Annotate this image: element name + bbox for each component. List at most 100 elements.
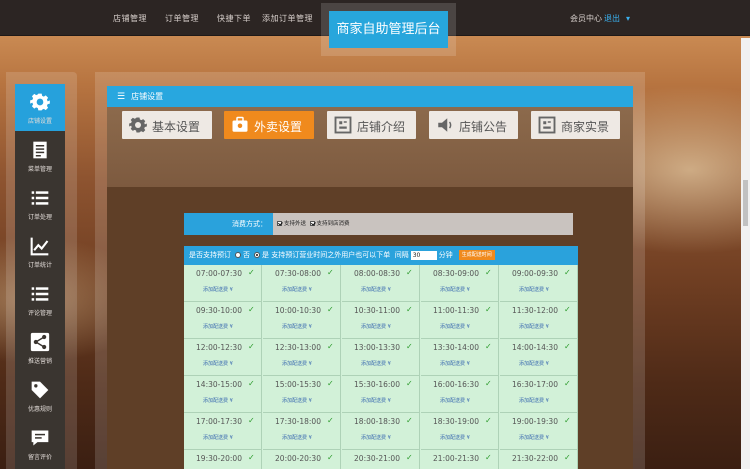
time-slot[interactable]: 10:30-11:00 ✓ 添加配送费 ¥ — [342, 302, 420, 339]
sidebar-item-label: 优惠规则 — [27, 406, 52, 413]
add-delivery-fee-link[interactable]: 添加配送费 ¥ — [440, 286, 470, 293]
time-slot[interactable]: 16:00-16:30 ✓ 添加配送费 ¥ — [421, 376, 499, 413]
nav-quick-order[interactable]: 快捷下单 — [217, 13, 251, 24]
nav-store-management[interactable]: 店铺管理 — [113, 13, 147, 24]
sidebar-item-reviews[interactable]: 评论管理 — [15, 276, 65, 323]
check-icon: ✓ — [485, 416, 492, 425]
tab-store-notice[interactable]: 店铺公告 — [429, 111, 518, 139]
add-delivery-fee-link[interactable]: 添加配送费 ¥ — [440, 360, 470, 367]
time-slot[interactable]: 13:00-13:30 ✓ 添加配送费 ¥ — [342, 339, 420, 376]
add-delivery-fee-link[interactable]: 添加配送费 ¥ — [282, 360, 312, 367]
tab-store-photos[interactable]: 商家实景 — [531, 111, 620, 139]
nav-add-order[interactable]: 添加订单管理 — [262, 13, 313, 24]
time-slot[interactable]: 19:30-20:00✓添加配送费 ¥ — [184, 450, 262, 469]
sidebar-item-label: 订单统计 — [27, 262, 52, 269]
slot-time: 16:30-17:00 — [512, 380, 558, 389]
add-delivery-fee-link[interactable]: 添加配送费 ¥ — [203, 434, 233, 441]
slot-time: 10:00-10:30 — [275, 306, 321, 315]
time-slot[interactable]: 08:30-09:00 ✓ 添加配送费 ¥ — [421, 265, 499, 302]
add-delivery-fee-link[interactable]: 添加配送费 ¥ — [282, 286, 312, 293]
check-icon: ✓ — [485, 342, 492, 351]
time-slot[interactable]: 14:30-15:00 ✓ 添加配送费 ¥ — [184, 376, 262, 413]
sidebar-item-orders[interactable]: 订单处理 — [15, 180, 65, 227]
time-slot[interactable]: 17:30-18:00 ✓ 添加配送费 ¥ — [263, 413, 341, 450]
add-delivery-fee-link[interactable]: 添加配送费 ¥ — [282, 323, 312, 330]
slot-time: 09:30-10:00 — [196, 306, 242, 315]
scrollbar-thumb[interactable] — [743, 180, 748, 226]
add-delivery-fee-link[interactable]: 添加配送费 ¥ — [440, 434, 470, 441]
payment-options: 支持外送 支持到店消费 — [273, 213, 573, 235]
logout-link[interactable]: 退出 — [604, 14, 620, 23]
time-slot[interactable]: 09:30-10:00 ✓ 添加配送费 ¥ — [184, 302, 262, 339]
scrollbar[interactable] — [741, 38, 750, 469]
time-slot[interactable]: 15:00-15:30 ✓ 添加配送费 ¥ — [263, 376, 341, 413]
sidebar-item-store-settings[interactable]: 店铺设置 — [15, 84, 65, 131]
check-icon: ✓ — [485, 268, 492, 277]
add-delivery-fee-link[interactable]: 添加配送费 ¥ — [519, 397, 549, 404]
slot-time: 13:30-14:00 — [433, 343, 479, 352]
add-delivery-fee-link[interactable]: 添加配送费 ¥ — [361, 323, 391, 330]
slot-time: 10:30-11:00 — [354, 306, 400, 315]
add-delivery-fee-link[interactable]: 添加配送费 ¥ — [203, 360, 233, 367]
add-delivery-fee-link[interactable]: 添加配送费 ¥ — [203, 397, 233, 404]
time-slot[interactable]: 18:00-18:30 ✓ 添加配送费 ¥ — [342, 413, 420, 450]
tab-store-intro[interactable]: 店铺介绍 — [327, 111, 416, 139]
add-delivery-fee-link[interactable]: 添加配送费 ¥ — [440, 323, 470, 330]
add-delivery-fee-link[interactable]: 添加配送费 ¥ — [519, 360, 549, 367]
tab-delivery-settings[interactable]: 外卖设置 — [224, 111, 314, 139]
tag-icon — [31, 381, 49, 399]
time-slot[interactable]: 21:30-22:00✓添加配送费 ¥ — [500, 450, 578, 469]
add-delivery-fee-link[interactable]: 添加配送费 ¥ — [203, 286, 233, 293]
reservation-no-radio[interactable] — [235, 252, 241, 258]
time-slot[interactable]: 14:00-14:30 ✓ 添加配送费 ¥ — [500, 339, 578, 376]
time-slot[interactable]: 07:30-08:00 ✓ 添加配送费 ¥ — [263, 265, 341, 302]
time-slot[interactable]: 12:30-13:00 ✓ 添加配送费 ¥ — [263, 339, 341, 376]
dine-in-option-label: 支持到店消费 — [316, 221, 350, 227]
sidebar-item-label: 评论管理 — [27, 310, 52, 317]
sidebar-item-marketing[interactable]: 推送营销 — [15, 324, 65, 371]
time-slot[interactable]: 11:00-11:30 ✓ 添加配送费 ¥ — [421, 302, 499, 339]
add-delivery-fee-link[interactable]: 添加配送费 ¥ — [203, 323, 233, 330]
time-slot[interactable]: 17:00-17:30 ✓ 添加配送费 ¥ — [184, 413, 262, 450]
time-slot[interactable]: 20:30-21:00✓添加配送费 ¥ — [342, 450, 420, 469]
time-slot[interactable]: 08:00-08:30 ✓ 添加配送费 ¥ — [342, 265, 420, 302]
sidebar-item-menu[interactable]: 菜单管理 — [15, 132, 65, 179]
add-delivery-fee-link[interactable]: 添加配送费 ¥ — [282, 397, 312, 404]
gear-icon — [30, 93, 50, 111]
generate-times-button[interactable]: 生成配送时间 — [458, 250, 495, 260]
add-delivery-fee-link[interactable]: 添加配送费 ¥ — [519, 434, 549, 441]
add-delivery-fee-link[interactable]: 添加配送费 ¥ — [361, 286, 391, 293]
time-slot[interactable]: 13:30-14:00 ✓ 添加配送费 ¥ — [421, 339, 499, 376]
time-slot[interactable]: 16:30-17:00 ✓ 添加配送费 ¥ — [500, 376, 578, 413]
add-delivery-fee-link[interactable]: 添加配送费 ¥ — [519, 286, 549, 293]
add-delivery-fee-link[interactable]: 添加配送费 ¥ — [282, 434, 312, 441]
time-slot[interactable]: 15:30-16:00 ✓ 添加配送费 ¥ — [342, 376, 420, 413]
reservation-yes-radio[interactable] — [254, 252, 260, 258]
time-slot[interactable]: 11:30-12:00 ✓ 添加配送费 ¥ — [500, 302, 578, 339]
delivery-checkbox[interactable] — [277, 221, 282, 226]
add-delivery-fee-link[interactable]: 添加配送费 ¥ — [440, 397, 470, 404]
nav-order-management[interactable]: 订单管理 — [165, 13, 199, 24]
time-slot[interactable]: 18:30-19:00 ✓ 添加配送费 ¥ — [421, 413, 499, 450]
tab-basic-settings[interactable]: 基本设置 — [122, 111, 212, 139]
add-delivery-fee-link[interactable]: 添加配送费 ¥ — [519, 323, 549, 330]
add-delivery-fee-link[interactable]: 添加配送费 ¥ — [361, 360, 391, 367]
time-slot[interactable]: 09:00-09:30 ✓ 添加配送费 ¥ — [500, 265, 578, 302]
reservation-label: 是否支持预订 — [189, 251, 231, 259]
dine-in-checkbox[interactable] — [309, 221, 315, 226]
member-center-link[interactable]: 会员中心 — [570, 14, 602, 23]
time-slot[interactable]: 20:00-20:30✓添加配送费 ¥ — [263, 450, 341, 469]
sidebar-item-messages[interactable]: 留言评价 — [15, 420, 65, 467]
time-slot[interactable]: 19:00-19:30 ✓ 添加配送费 ¥ — [500, 413, 578, 450]
time-slot[interactable]: 07:00-07:30 ✓ 添加配送费 ¥ — [184, 265, 262, 302]
check-icon: ✓ — [406, 379, 413, 388]
interval-input[interactable]: 30 — [410, 250, 437, 260]
chevron-down-icon[interactable]: ▾ — [626, 14, 630, 23]
add-delivery-fee-link[interactable]: 添加配送费 ¥ — [361, 397, 391, 404]
add-delivery-fee-link[interactable]: 添加配送费 ¥ — [361, 434, 391, 441]
time-slot[interactable]: 21:00-21:30✓添加配送费 ¥ — [421, 450, 499, 469]
time-slot[interactable]: 12:00-12:30 ✓ 添加配送费 ¥ — [184, 339, 262, 376]
sidebar-item-discounts[interactable]: 优惠规则 — [15, 372, 65, 419]
sidebar-item-stats[interactable]: 订单统计 — [15, 228, 65, 275]
time-slot[interactable]: 10:00-10:30 ✓ 添加配送费 ¥ — [263, 302, 341, 339]
